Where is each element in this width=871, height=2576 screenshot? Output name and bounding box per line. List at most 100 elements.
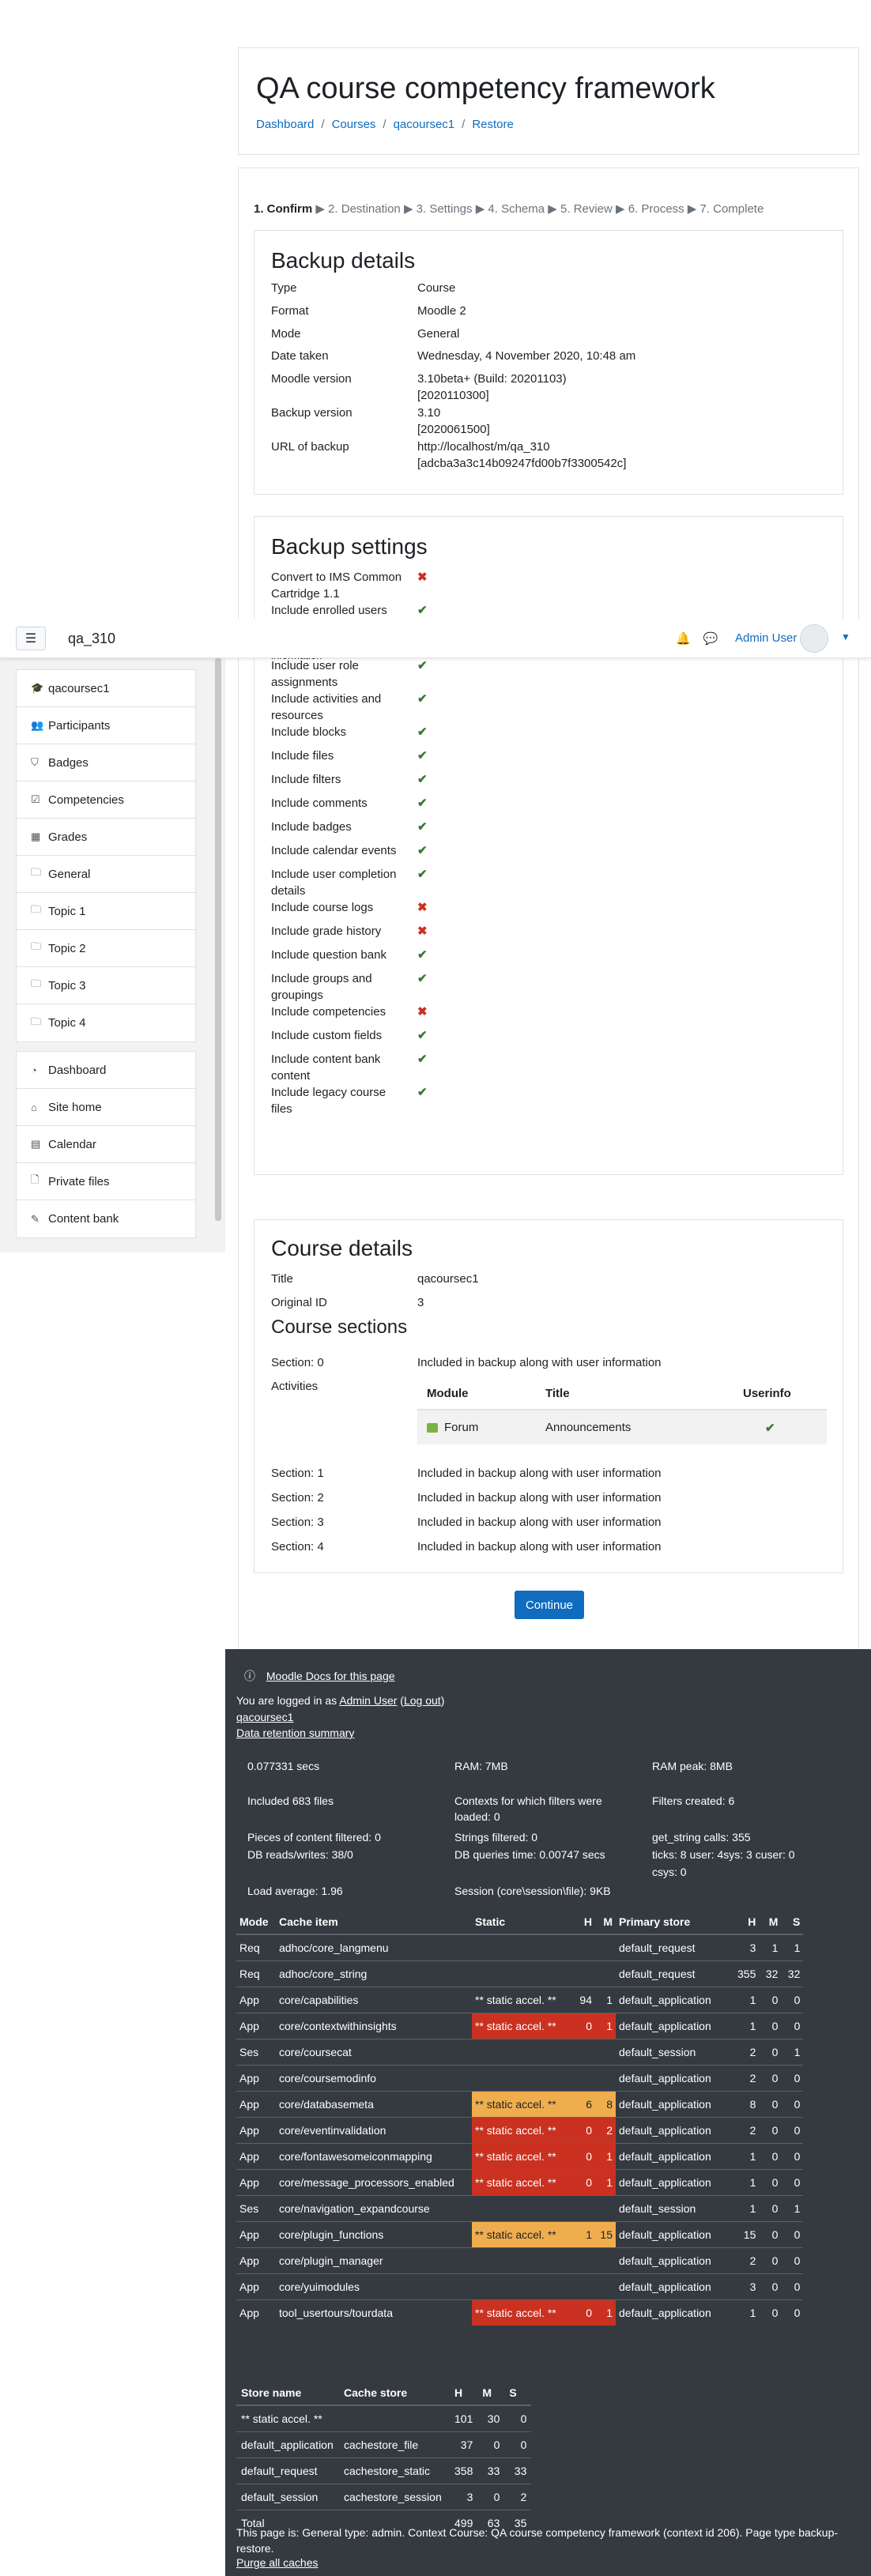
activities-table: Module Title Userinfo Forum Announcement… — [417, 1378, 827, 1444]
check-icon: ✔ — [417, 773, 428, 786]
cache-stores-table: Store name Cache store H M S ** static accel… — [236, 2380, 532, 2536]
folder-icon: 🗀 — [31, 977, 42, 989]
drawer-item-label: Topic 1 — [48, 904, 86, 918]
table-row: App core/message_processors_enabled ** sta… — [236, 2168, 804, 2195]
chat-icon[interactable]: 💬 — [703, 632, 718, 646]
logout-link[interactable]: Log out — [404, 1694, 441, 1707]
breadcrumb-restore[interactable]: Restore — [472, 118, 514, 131]
menu-toggle-button[interactable]: ☰ — [16, 627, 46, 650]
cache-usage-table: Mode Cache item Static H M Primary store H M S R… — [236, 1909, 804, 2326]
calendar-icon: ▤ — [31, 1138, 41, 1150]
check-icon: ✔ — [417, 948, 428, 962]
check-icon: ✔ — [417, 972, 428, 985]
drawer-item-label: Participants — [48, 718, 111, 733]
bell-icon[interactable]: 🔔 — [676, 632, 691, 646]
drawer-item[interactable]: 🗀 Topic 3 — [17, 967, 195, 1004]
breadcrumb-dashboard[interactable]: Dashboard — [256, 118, 314, 131]
backup-details-card: Backup details Type Course Format Moodle 2M… — [254, 230, 843, 495]
table-row: Forum Announcements ✔ — [417, 1410, 827, 1444]
course-id-value: 3 — [417, 1296, 424, 1309]
drawer-item[interactable]: 🎓 qacoursec1 — [17, 670, 195, 707]
page-title: QA course competency framework — [256, 72, 715, 105]
forum-icon — [427, 1423, 438, 1433]
drawer-item[interactable]: 🗀 General — [17, 856, 195, 893]
drawer-item[interactable]: ⛉ Badges — [17, 744, 195, 781]
restore-stepper: 1. Confirm ▶ 2. Destination ▶ 3. Setting… — [254, 201, 764, 216]
breadcrumb-courses[interactable]: Courses — [332, 118, 376, 131]
continue-button[interactable]: Continue — [515, 1591, 584, 1619]
check-icon: ✔ — [417, 749, 428, 763]
cache-col-header: Primary store — [616, 1909, 734, 1935]
cross-icon: ✖ — [417, 571, 428, 584]
table-row: Req adhoc/core_langmenu default_request 3 1 1 — [236, 1934, 804, 1960]
store-col-header: Cache store — [339, 2380, 450, 2406]
drawer-item[interactable]: 🗀 Topic 1 — [17, 893, 195, 930]
purge-caches-link[interactable]: Purge all caches — [236, 2556, 319, 2569]
drawer-item-label: Private files — [48, 1174, 110, 1188]
moodle-docs-link[interactable]: Moodle Docs for this page — [266, 1670, 395, 1682]
performance-info: 0.077331 secs RAM: 7MB RAM peak: 8MB Inc… — [247, 1760, 795, 1897]
table-row: App core/eventinvalidation ** static accel… — [236, 2116, 804, 2143]
drawer-item-label: Competencies — [48, 793, 124, 807]
cache-col-header: H — [734, 1909, 760, 1935]
drawer-item[interactable]: ▦ Grades — [17, 819, 195, 856]
table-row: Req adhoc/core_string default_request 355 32… — [236, 1960, 804, 1987]
table-row: App core/coursemodinfo default_application… — [236, 2064, 804, 2091]
store-col-header: H — [450, 2380, 478, 2406]
table-row: App core/plugin_manager default_applicatio… — [236, 2246, 804, 2273]
folder-icon: 🗀 — [31, 1015, 42, 1027]
drawer-item[interactable]: 🗋 Private files — [17, 1163, 195, 1200]
drawer-item-label: General — [48, 867, 91, 881]
avatar[interactable] — [800, 624, 828, 653]
site-name[interactable]: qa_310 — [68, 631, 115, 647]
course-title-value: qacoursec1 — [417, 1272, 479, 1286]
drawer-item[interactable]: 👥 Participants — [17, 707, 195, 744]
cross-icon: ✖ — [417, 1005, 428, 1019]
check-icon: ✔ — [417, 1053, 428, 1066]
chevron-down-icon[interactable]: ▼ — [841, 631, 850, 642]
table-row: Ses core/navigation_expandcourse default_s… — [236, 2194, 804, 2221]
profile-link[interactable]: Admin User — [339, 1694, 397, 1707]
drawer-item[interactable]: ▤ Calendar — [17, 1126, 195, 1163]
check-icon: ✔ — [417, 1086, 428, 1099]
drawer-item-label: Calendar — [48, 1137, 96, 1151]
paintbrush-icon: ✎ — [31, 1212, 40, 1225]
table-row: default_application cachestore_file 37 0 0 — [236, 2431, 532, 2457]
cross-icon: ✖ — [417, 901, 428, 914]
cache-col-header: M — [595, 1909, 616, 1935]
drawer-item-label: Topic 4 — [48, 1016, 86, 1030]
user-menu-name[interactable]: Admin User — [735, 631, 797, 645]
drawer-item-label: Grades — [48, 830, 88, 844]
course-details-heading: Course details — [271, 1236, 413, 1260]
stepper-rest: ▶ 2. Destination ▶ 3. Settings ▶ 4. Sche… — [312, 202, 764, 216]
backup-settings-card: Backup settings Convert to IMS Common Car… — [254, 516, 843, 1175]
checkbox-icon: ☑ — [31, 793, 40, 805]
drawer-scrollbar[interactable] — [215, 658, 221, 1221]
logged-in-info: You are logged in as Admin User (Log out… — [236, 1694, 445, 1707]
course-link[interactable]: qacoursec1 — [236, 1711, 293, 1723]
drawer-item[interactable]: ☑ Competencies — [17, 781, 195, 819]
cache-col-header: M — [759, 1909, 782, 1935]
drawer-item-label: Topic 2 — [48, 941, 86, 955]
drawer-item-label: Content bank — [48, 1212, 119, 1226]
col-title: Title — [536, 1378, 733, 1410]
drawer-item[interactable]: ⌂ Site home — [17, 1089, 195, 1126]
table-row: App core/fontawesomeiconmapping ** static … — [236, 2142, 804, 2169]
drawer-item[interactable]: ◔ Dashboard — [17, 1052, 195, 1089]
data-retention-link[interactable]: Data retention summary — [236, 1727, 354, 1739]
check-icon: ✔ — [417, 692, 428, 706]
check-icon: ✔ — [417, 868, 428, 881]
drawer-item[interactable]: ✎ Content bank — [17, 1200, 195, 1237]
cache-col-header: S — [781, 1909, 804, 1935]
breadcrumb-course[interactable]: qacoursec1 — [394, 118, 455, 131]
drawer-item-label: Site home — [48, 1100, 102, 1114]
folder-icon: 🗀 — [31, 903, 42, 915]
check-icon: ✔ — [417, 844, 428, 857]
store-col-header: M — [477, 2380, 505, 2406]
folder-icon: 🗀 — [31, 866, 42, 878]
drawer-item[interactable]: 🗀 Topic 4 — [17, 1004, 195, 1041]
drawer-item[interactable]: 🗀 Topic 2 — [17, 930, 195, 967]
backup-settings-heading: Backup settings — [271, 534, 428, 559]
cache-col-header: Cache item — [276, 1909, 472, 1935]
info-icon: ⓘ — [244, 1670, 255, 1682]
